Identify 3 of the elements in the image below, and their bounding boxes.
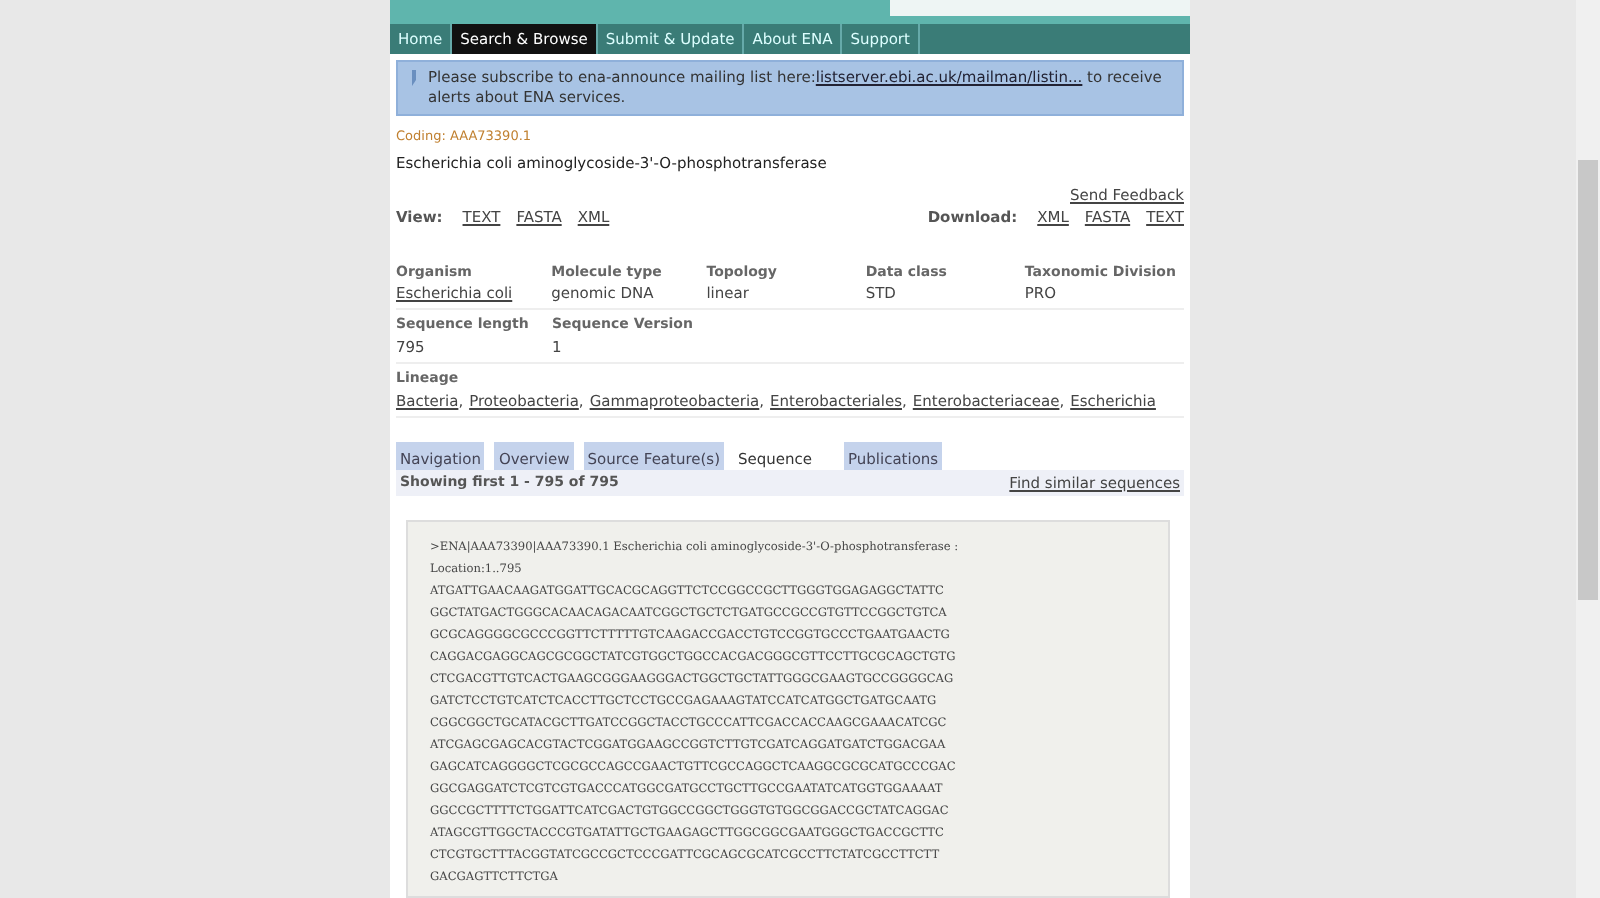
scrollbar-thumb[interactable] (1578, 160, 1598, 600)
scrollbar[interactable] (1576, 0, 1600, 898)
pin-icon (410, 70, 422, 86)
